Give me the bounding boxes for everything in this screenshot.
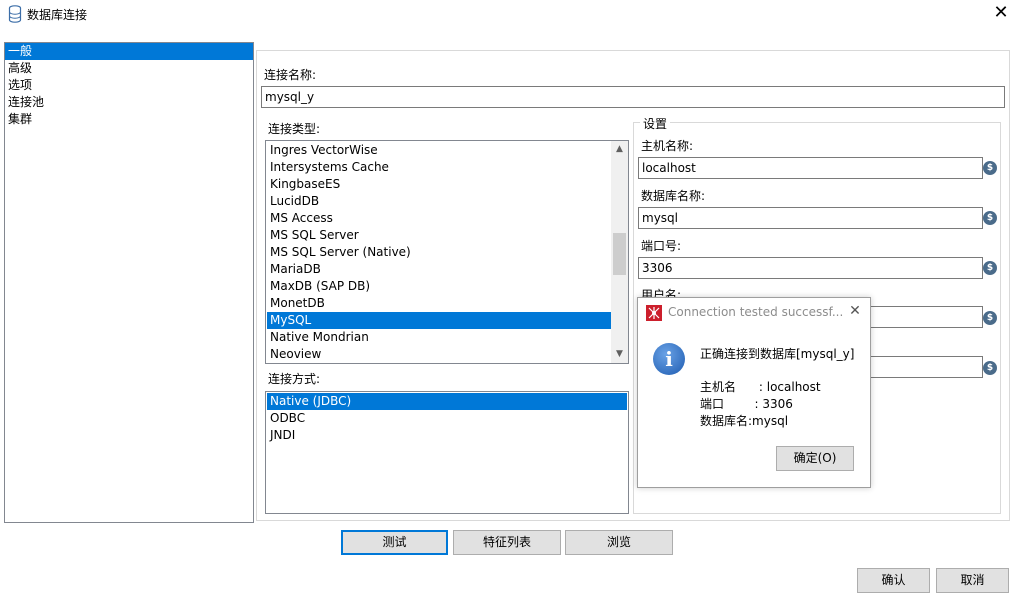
access-method-items: Native (JDBC) ODBC JNDI xyxy=(267,393,627,444)
title-bar: 数据库连接 ✕ xyxy=(0,0,1014,28)
ok-button[interactable]: 确认 xyxy=(857,568,930,593)
connection-type-list[interactable]: Ingres VectorWise Intersystems Cache Kin… xyxy=(265,140,629,364)
list-item[interactable]: MS SQL Server (Native) xyxy=(267,244,611,261)
list-item[interactable]: Ingres VectorWise xyxy=(267,142,611,159)
list-item[interactable]: LucidDB xyxy=(267,193,611,210)
test-button[interactable]: 测试 xyxy=(341,530,448,555)
list-item[interactable]: KingbaseES xyxy=(267,176,611,193)
connection-name-input[interactable]: mysql_y xyxy=(261,86,1005,108)
database-icon xyxy=(8,5,22,23)
window-title: 数据库连接 xyxy=(27,8,88,22)
dialog-ok-button[interactable]: 确定(O) xyxy=(776,446,854,471)
list-item[interactable]: MariaDB xyxy=(267,261,611,278)
access-method-list[interactable]: Native (JDBC) ODBC JNDI xyxy=(265,391,629,514)
connection-type-label: 连接类型: xyxy=(268,122,321,136)
list-item[interactable]: MS SQL Server xyxy=(267,227,611,244)
scroll-down-icon[interactable]: ▼ xyxy=(611,346,628,363)
variable-icon[interactable]: $ xyxy=(983,211,997,225)
list-item[interactable]: MaxDB (SAP DB) xyxy=(267,278,611,295)
port-label: 端口号: xyxy=(641,239,682,253)
connection-name-label: 连接名称: xyxy=(264,68,317,82)
dialog-close-button[interactable]: ✕ xyxy=(846,302,864,320)
settings-group-label: 设置 xyxy=(640,115,671,132)
variable-icon[interactable]: $ xyxy=(983,311,997,325)
port-input[interactable]: 3306 xyxy=(638,257,983,279)
scroll-up-icon[interactable]: ▲ xyxy=(611,141,628,158)
variable-icon[interactable]: $ xyxy=(983,261,997,275)
database-name-input[interactable]: mysql xyxy=(638,207,983,229)
variable-icon[interactable]: $ xyxy=(983,161,997,175)
feature-list-button[interactable]: 特征列表 xyxy=(453,530,561,555)
info-icon: i xyxy=(653,343,685,375)
dialog-host-line: 主机名 : localhost xyxy=(700,380,821,394)
connection-type-items: Ingres VectorWise Intersystems Cache Kin… xyxy=(267,142,611,363)
access-method-label: 连接方式: xyxy=(268,372,321,386)
app-logo-icon xyxy=(646,305,662,321)
host-input[interactable]: localhost xyxy=(638,157,983,179)
nav-item-pooling[interactable]: 连接池 xyxy=(5,94,253,111)
database-name-label: 数据库名称: xyxy=(641,189,706,203)
list-item[interactable]: Native Mondrian xyxy=(267,329,611,346)
host-label: 主机名称: xyxy=(641,139,694,153)
cancel-button[interactable]: 取消 xyxy=(936,568,1009,593)
nav-item-advanced[interactable]: 高级 xyxy=(5,60,253,77)
dialog-db-line: 数据库名:mysql xyxy=(700,414,789,428)
nav-item-cluster[interactable]: 集群 xyxy=(5,111,253,128)
list-item-selected[interactable]: Native (JDBC) xyxy=(267,393,627,410)
list-item[interactable]: ODBC xyxy=(267,410,627,427)
dialog-port-line: 端口 : 3306 xyxy=(700,397,793,411)
connection-tested-dialog: Connection tested successf... ✕ i 正确连接到数… xyxy=(637,297,871,488)
nav-item-options[interactable]: 选项 xyxy=(5,77,253,94)
list-item[interactable]: Neoview xyxy=(267,346,611,363)
scroll-thumb[interactable] xyxy=(613,233,626,275)
list-item[interactable]: JNDI xyxy=(267,427,627,444)
list-item[interactable]: MS Access xyxy=(267,210,611,227)
vertical-scrollbar[interactable]: ▲ ▼ xyxy=(611,141,628,363)
dialog-message: 正确连接到数据库[mysql_y] xyxy=(700,347,855,361)
list-item-selected[interactable]: MySQL xyxy=(267,312,611,329)
nav-item-general[interactable]: 一般 xyxy=(5,43,253,60)
list-item[interactable]: Intersystems Cache xyxy=(267,159,611,176)
category-nav: 一般 高级 选项 连接池 集群 xyxy=(4,42,254,523)
variable-icon[interactable]: $ xyxy=(983,361,997,375)
list-item[interactable]: MonetDB xyxy=(267,295,611,312)
explore-button[interactable]: 浏览 xyxy=(565,530,673,555)
dialog-title: Connection tested successf... xyxy=(668,305,844,319)
window-close-button[interactable]: ✕ xyxy=(990,3,1012,25)
